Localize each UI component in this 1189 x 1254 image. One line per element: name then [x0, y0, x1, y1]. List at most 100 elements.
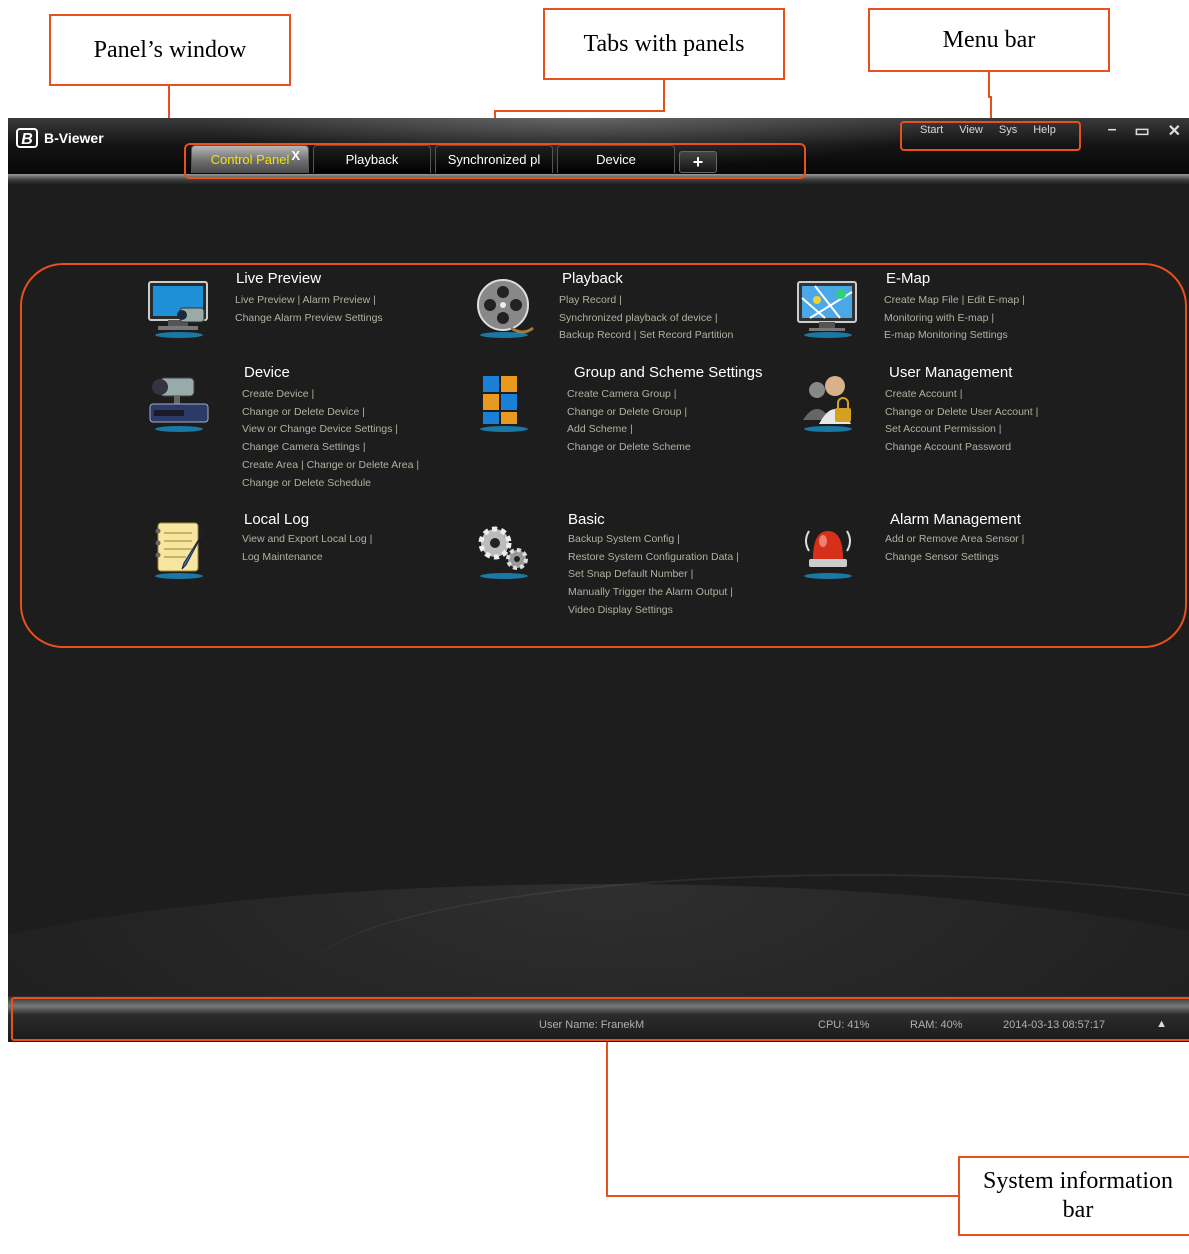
- minimize-icon[interactable]: –: [1108, 121, 1117, 141]
- restore-icon[interactable]: ▭: [1134, 121, 1149, 141]
- module-title[interactable]: Group and Scheme Settings: [574, 364, 762, 381]
- module-link[interactable]: Change Camera Settings |: [242, 439, 419, 457]
- module-link[interactable]: Change or Delete Device |: [242, 404, 419, 422]
- module-links: Backup System Config | Restore System Co…: [568, 531, 739, 620]
- module-link[interactable]: Manually Trigger the Alarm Output |: [568, 584, 739, 602]
- alarm-siren-icon: [804, 530, 852, 579]
- logo-icon: B: [16, 128, 38, 148]
- window-controls: – ▭ ✕: [1108, 121, 1181, 141]
- module-link[interactable]: Backup Record | Set Record Partition: [559, 327, 733, 345]
- module-links: Create Camera Group | Change or Delete G…: [567, 386, 691, 457]
- module-basic: Basic Backup System Config | Restore Sys…: [471, 511, 791, 621]
- module-links: Create Account | Change or Delete User A…: [885, 386, 1038, 457]
- module-link[interactable]: Change Sensor Settings: [885, 549, 1024, 567]
- notepad-icon: [155, 522, 205, 579]
- module-user-management: User Management Create Account | Change …: [795, 364, 1095, 494]
- module-link[interactable]: Change or Delete Scheme: [567, 439, 691, 457]
- module-title[interactable]: Playback: [562, 270, 623, 287]
- map-monitor-icon: [797, 281, 857, 338]
- tab-label: Control Panel: [210, 152, 290, 167]
- module-title[interactable]: Local Log: [244, 511, 309, 528]
- tab-label: Synchronized pl: [447, 152, 541, 167]
- title-bar: B B-Viewer Control Panel X Playback Sync…: [8, 118, 1189, 178]
- system-info-callout: System information bar: [958, 1156, 1189, 1236]
- app-window: B B-Viewer Control Panel X Playback Sync…: [8, 118, 1189, 1042]
- module-link[interactable]: Create Account |: [885, 386, 1038, 404]
- module-title[interactable]: Alarm Management: [890, 511, 1021, 528]
- connector: [663, 80, 665, 112]
- system-info-callout-line1: System information: [983, 1168, 1173, 1194]
- menu-bar: Start View Sys Help: [920, 124, 1056, 136]
- module-group-scheme: Group and Scheme Settings Create Camera …: [471, 364, 791, 494]
- monitor-camera-icon: [148, 281, 208, 338]
- module-link[interactable]: Synchronized playback of device |: [559, 310, 733, 328]
- status-ram: RAM: 40%: [910, 1019, 963, 1031]
- module-link[interactable]: Create Camera Group |: [567, 386, 691, 404]
- users-lock-icon: [803, 376, 852, 432]
- module-link[interactable]: Create Device |: [242, 386, 419, 404]
- menu-view[interactable]: View: [959, 124, 983, 136]
- tab-playback[interactable]: Playback: [313, 145, 431, 173]
- menu-start[interactable]: Start: [920, 124, 943, 136]
- module-link[interactable]: Play Record |: [559, 292, 733, 310]
- app-title: B-Viewer: [44, 130, 104, 146]
- module-link[interactable]: Change Account Password: [885, 439, 1038, 457]
- menu-help[interactable]: Help: [1033, 124, 1056, 136]
- menu-bar-callout: Menu bar: [868, 8, 1110, 72]
- module-link[interactable]: Restore System Configuration Data |: [568, 549, 739, 567]
- module-link[interactable]: Create Map File | Edit E-map |: [884, 292, 1025, 310]
- module-links: Play Record | Synchronized playback of d…: [559, 292, 733, 345]
- module-title[interactable]: User Management: [889, 364, 1012, 381]
- module-e-map: E-Map Create Map File | Edit E-map | Mon…: [795, 270, 1095, 360]
- connector: [606, 1195, 960, 1197]
- camera-device-icon: [149, 377, 209, 432]
- tab-label: Playback: [345, 152, 399, 167]
- tab-underbar: [8, 174, 1189, 184]
- module-link[interactable]: Add Scheme |: [567, 421, 691, 439]
- system-information-bar: User Name: FranekM CPU: 41% RAM: 40% 201…: [8, 996, 1189, 1042]
- module-local-log: Local Log View and Export Local Log | Lo…: [146, 511, 446, 601]
- module-link[interactable]: Set Account Permission |: [885, 421, 1038, 439]
- module-title[interactable]: Live Preview: [236, 270, 321, 287]
- module-link[interactable]: Change or Delete User Account |: [885, 404, 1038, 422]
- module-link[interactable]: Video Display Settings: [568, 602, 739, 620]
- expand-up-icon[interactable]: ▲: [1156, 1018, 1167, 1030]
- module-links: Live Preview | Alarm Preview | Change Al…: [235, 292, 383, 327]
- tab-synchronized-playback[interactable]: Synchronized pl: [435, 145, 553, 173]
- module-link[interactable]: Create Area | Change or Delete Area |: [242, 457, 419, 475]
- module-alarm-management: Alarm Management Add or Remove Area Sens…: [795, 511, 1095, 601]
- close-window-icon[interactable]: ✕: [1168, 121, 1181, 141]
- module-device: Device Create Device | Change or Delete …: [146, 364, 466, 494]
- connector: [988, 72, 990, 98]
- module-links: Create Map File | Edit E-map | Monitorin…: [884, 292, 1025, 345]
- status-datetime: 2014-03-13 08:57:17: [1003, 1019, 1106, 1031]
- module-link[interactable]: Change Alarm Preview Settings: [235, 310, 383, 328]
- status-cpu: CPU: 41%: [818, 1019, 870, 1031]
- module-live-preview: Live Preview Live Preview | Alarm Previe…: [146, 270, 446, 360]
- module-link[interactable]: Live Preview | Alarm Preview |: [235, 292, 383, 310]
- menu-sys[interactable]: Sys: [999, 124, 1017, 136]
- status-user-name: User Name: FranekM: [539, 1019, 645, 1031]
- control-panel: Live Preview Live Preview | Alarm Previe…: [8, 184, 1189, 996]
- module-link[interactable]: E-map Monitoring Settings: [884, 327, 1025, 345]
- module-link[interactable]: View and Export Local Log |: [242, 531, 372, 549]
- close-tab-icon[interactable]: X: [291, 148, 300, 163]
- tab-control-panel[interactable]: Control Panel X: [191, 145, 309, 173]
- module-link[interactable]: View or Change Device Settings |: [242, 421, 419, 439]
- module-link[interactable]: Change or Delete Group |: [567, 404, 691, 422]
- module-link[interactable]: Set Snap Default Number |: [568, 566, 739, 584]
- tabs-callout: Tabs with panels: [543, 8, 785, 80]
- add-tab-button[interactable]: +: [679, 151, 717, 173]
- module-links: View and Export Local Log | Log Maintena…: [242, 531, 372, 566]
- tab-device[interactable]: Device: [557, 145, 675, 173]
- module-links: Add or Remove Area Sensor | Change Senso…: [885, 531, 1024, 566]
- module-link[interactable]: Log Maintenance: [242, 549, 372, 567]
- connector: [606, 1040, 608, 1197]
- module-title[interactable]: Device: [244, 364, 290, 381]
- module-link[interactable]: Monitoring with E-map |: [884, 310, 1025, 328]
- module-link[interactable]: Change or Delete Schedule: [242, 475, 419, 493]
- module-link[interactable]: Add or Remove Area Sensor |: [885, 531, 1024, 549]
- module-link[interactable]: Backup System Config |: [568, 531, 739, 549]
- module-title[interactable]: E-Map: [886, 270, 930, 287]
- module-title[interactable]: Basic: [568, 511, 605, 528]
